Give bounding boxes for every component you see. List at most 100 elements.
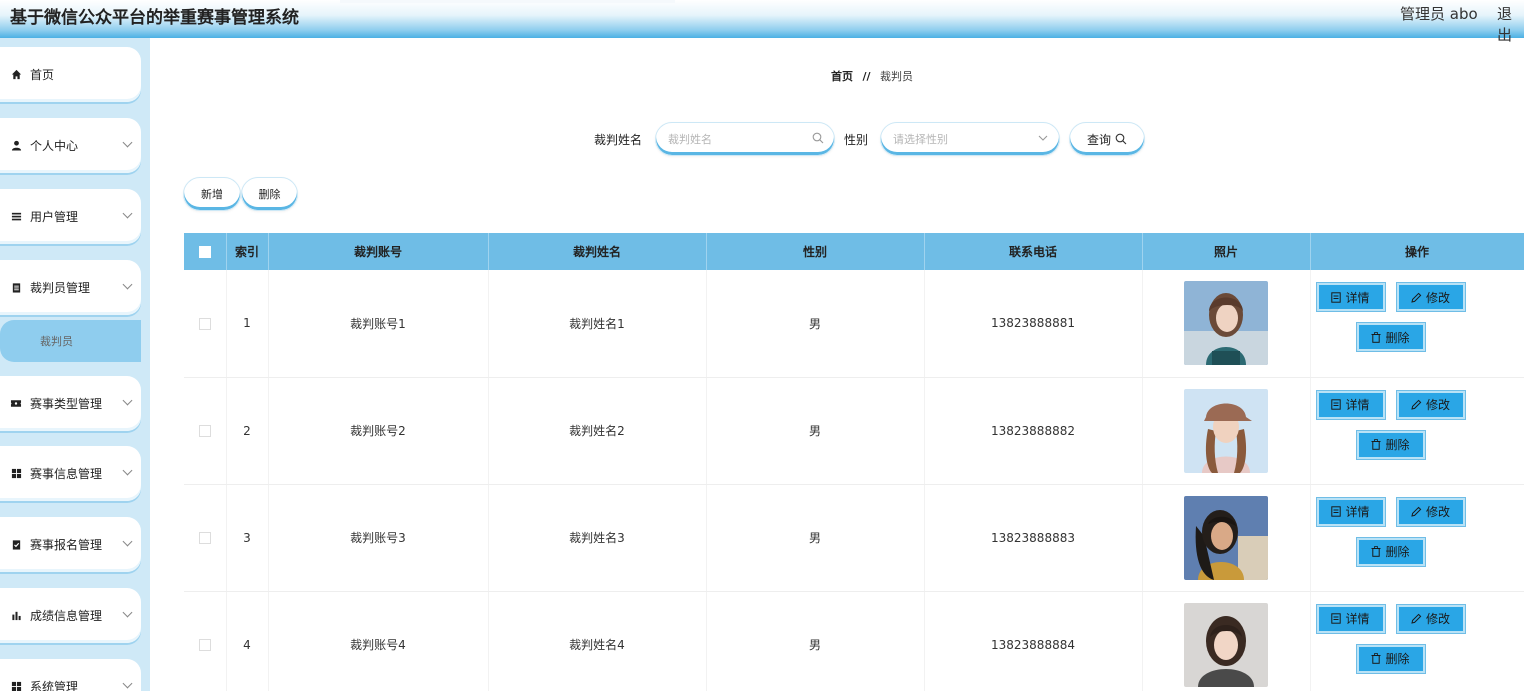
chevron-down-icon	[122, 678, 133, 689]
row-select-cell	[184, 591, 227, 691]
referee-name-placeholder: 裁判姓名	[668, 133, 712, 146]
detail-label: 详情	[1345, 505, 1370, 519]
sidebar-subitem-referee[interactable]: 裁判员	[0, 320, 141, 362]
detail-button[interactable]: 详情	[1315, 389, 1386, 420]
row-select-cell	[184, 270, 227, 378]
breadcrumb-current: 裁判员	[880, 70, 914, 83]
breadcrumb-separator: //	[862, 70, 871, 83]
row-actions: 详情 修改 删除	[1311, 386, 1524, 476]
batch-delete-button[interactable]: 删除	[241, 177, 298, 211]
row-photo-cell	[1142, 591, 1311, 691]
edit-button[interactable]: 修改	[1395, 496, 1466, 527]
referee-name-input[interactable]: 裁判姓名	[655, 122, 835, 156]
trash-icon	[1371, 439, 1381, 450]
row-actions: 详情 修改 删除	[1311, 600, 1524, 690]
pencil-icon	[1411, 613, 1422, 624]
chevron-down-icon	[122, 137, 133, 148]
row-checkbox[interactable]	[198, 532, 211, 544]
row-phone: 13823888883	[924, 484, 1143, 592]
sidebar-item-label: 系统管理	[30, 680, 79, 691]
sidebar-item-profile[interactable]: 个人中心	[0, 118, 141, 173]
trash-icon	[1371, 546, 1381, 557]
search-icon	[812, 132, 824, 144]
sidebar-item-system[interactable]: 系统管理	[0, 659, 141, 691]
sidebar-item-referee-mgmt[interactable]: 裁判员管理	[0, 260, 141, 315]
pencil-icon	[1411, 506, 1422, 517]
document-icon	[1331, 399, 1342, 410]
sidebar-item-users[interactable]: 用户管理	[0, 189, 141, 244]
row-gender: 男	[706, 270, 925, 378]
detail-label: 详情	[1345, 290, 1370, 305]
row-name: 裁判姓名1	[488, 270, 707, 378]
add-button[interactable]: 新增	[183, 177, 241, 211]
document-icon	[1331, 292, 1342, 303]
table-row: 3 裁判账号3 裁判姓名3 男 13823888883 详情 修改 删除	[184, 484, 1524, 592]
chevron-down-icon	[122, 465, 133, 476]
admin-user: 管理员 abo	[1400, 5, 1478, 23]
referee-photo	[1184, 602, 1268, 687]
col-name: 裁判姓名	[488, 233, 707, 270]
gender-placeholder: 请选择性别	[893, 133, 948, 146]
sidebar-item-label: 用户管理	[30, 210, 79, 224]
row-phone: 13823888881	[924, 270, 1143, 378]
chevron-down-icon	[1037, 132, 1049, 144]
row-account: 裁判账号3	[268, 484, 489, 592]
select-all-checkbox[interactable]	[198, 246, 211, 258]
query-label: 查询	[1086, 132, 1111, 147]
sidebar-item-scores[interactable]: 成绩信息管理	[0, 588, 141, 643]
referee-table: 索引 裁判账号 裁判姓名 性别 联系电话 照片 操作 1 裁判账号1 裁判姓名1…	[184, 233, 1524, 691]
sidebar-item-event-types[interactable]: 赛事类型管理	[0, 376, 141, 431]
edit-button[interactable]: 修改	[1395, 282, 1466, 313]
referee-photo	[1184, 495, 1268, 580]
detail-label: 详情	[1345, 612, 1370, 626]
detail-button[interactable]: 详情	[1315, 282, 1386, 313]
sidebar-item-label: 裁判员管理	[30, 281, 91, 295]
gender-select[interactable]: 请选择性别	[880, 122, 1060, 156]
row-checkbox[interactable]	[198, 425, 211, 437]
row-actions-cell: 详情 修改 删除	[1310, 484, 1524, 592]
row-select-cell	[184, 484, 227, 592]
row-gender: 男	[706, 377, 925, 485]
sidebar-item-registration[interactable]: 赛事报名管理	[0, 517, 141, 572]
chevron-down-icon	[122, 208, 133, 219]
row-photo-cell	[1142, 270, 1311, 378]
top-header: 基于微信公众平台的举重赛事管理系统 管理员 abo 退出	[0, 0, 1524, 44]
detail-button[interactable]: 详情	[1315, 603, 1386, 634]
row-photo-cell	[1142, 377, 1311, 485]
app-title: 基于微信公众平台的举重赛事管理系统	[10, 8, 299, 28]
tab-strip	[340, 0, 675, 3]
delete-button[interactable]: 删除	[1355, 536, 1426, 567]
query-button[interactable]: 查询	[1069, 122, 1145, 156]
sidebar-item-home[interactable]: 首页	[0, 47, 141, 102]
document-icon	[1331, 613, 1342, 624]
sidebar-item-label: 赛事报名管理	[30, 538, 103, 552]
col-photo: 照片	[1142, 233, 1311, 270]
row-checkbox[interactable]	[198, 639, 211, 651]
breadcrumb-home[interactable]: 首页	[831, 70, 853, 83]
edit-button[interactable]: 修改	[1395, 603, 1466, 634]
delete-label: 删除	[1385, 438, 1410, 452]
row-gender: 男	[706, 591, 925, 691]
delete-button[interactable]: 删除	[1355, 322, 1426, 353]
delete-button[interactable]: 删除	[1355, 643, 1426, 674]
row-select-cell	[184, 377, 227, 485]
edit-label: 修改	[1425, 612, 1450, 626]
row-account: 裁判账号4	[268, 591, 489, 691]
referee-photo	[1184, 281, 1268, 366]
grid-icon	[10, 468, 22, 480]
edit-button[interactable]: 修改	[1395, 389, 1466, 420]
sidebar-item-event-info[interactable]: 赛事信息管理	[0, 446, 141, 501]
col-actions: 操作	[1310, 233, 1524, 270]
detail-button[interactable]: 详情	[1315, 496, 1386, 527]
delete-button[interactable]: 删除	[1355, 429, 1426, 460]
sidebar: 首页 个人中心 用户管理 裁判员管理 裁判员 赛事类型管理 赛事信息管理 赛事报…	[0, 38, 150, 691]
row-index: 3	[226, 484, 269, 592]
logout-link[interactable]: 退出	[1497, 3, 1524, 45]
col-index: 索引	[226, 233, 269, 270]
search-icon	[1115, 133, 1127, 145]
row-checkbox[interactable]	[198, 317, 211, 330]
ticket-icon	[10, 398, 22, 410]
delete-label: 删除	[1385, 652, 1410, 666]
delete-label: 删除	[1385, 545, 1410, 559]
col-account: 裁判账号	[268, 233, 489, 270]
